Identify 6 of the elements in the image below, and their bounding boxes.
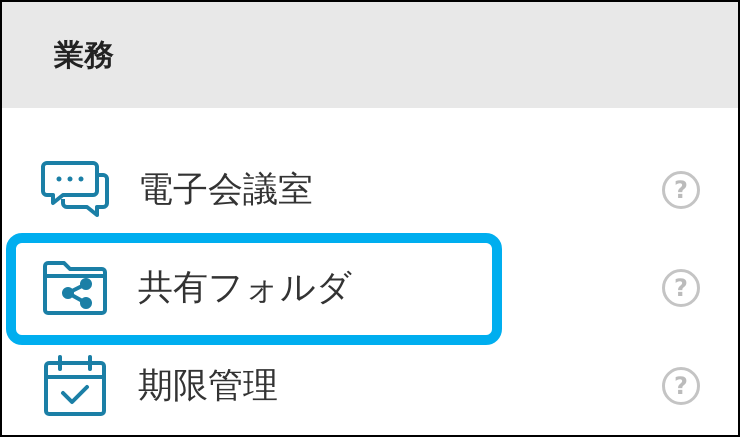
section-title: 業務 xyxy=(54,36,114,74)
calendar-check-icon xyxy=(43,355,107,417)
menu-item-label[interactable]: 期限管理 xyxy=(138,360,662,412)
menu-item-label[interactable]: 共有フォルダ xyxy=(138,262,662,314)
folder-share-icon xyxy=(42,260,108,316)
menu-item-label[interactable]: 電子会議室 xyxy=(138,164,662,216)
